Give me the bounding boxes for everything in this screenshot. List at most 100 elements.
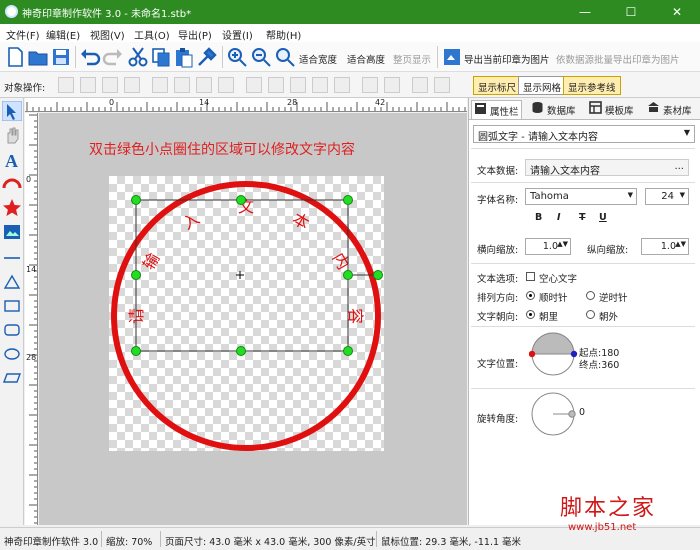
open-folder-icon[interactable] bbox=[27, 46, 49, 68]
hscale-spinner[interactable]: 1.0 ▲▼ bbox=[525, 238, 571, 255]
stamp-circle[interactable] bbox=[111, 181, 381, 451]
close-button[interactable]: ✕ bbox=[654, 0, 700, 24]
save-icon[interactable] bbox=[50, 46, 72, 68]
hollow-text-checkbox[interactable] bbox=[526, 272, 535, 281]
line-icon[interactable] bbox=[2, 248, 22, 268]
fit-width-button[interactable]: 适合宽度 bbox=[299, 52, 337, 66]
show-ruler-toggle[interactable]: 显示标尺 bbox=[473, 76, 522, 95]
resize-handle-tr[interactable] bbox=[343, 195, 353, 205]
tab-assets-label: 素材库 bbox=[663, 106, 692, 117]
object-type-select[interactable]: 圆弧文字 - 请输入文本内容 ▼ bbox=[473, 125, 695, 143]
site-watermark-url: www.jb51.net bbox=[568, 522, 637, 533]
menu-view[interactable]: 视图(V) bbox=[90, 27, 125, 42]
star-icon[interactable] bbox=[2, 198, 22, 218]
send-back-icon[interactable] bbox=[384, 77, 400, 93]
ellipse-icon[interactable] bbox=[2, 344, 22, 364]
center-h-icon[interactable] bbox=[312, 77, 328, 93]
menu-file[interactable]: 文件(F) bbox=[6, 27, 40, 42]
zoom-fit-icon[interactable] bbox=[274, 46, 296, 68]
align-left-icon[interactable] bbox=[58, 77, 74, 93]
menu-tools[interactable]: 工具(O) bbox=[134, 27, 170, 42]
rounded-rect-icon[interactable] bbox=[2, 320, 22, 340]
full-page-button[interactable]: 整页显示 bbox=[393, 52, 431, 66]
zoom-out-icon[interactable] bbox=[250, 46, 272, 68]
tab-properties[interactable]: 属性栏 bbox=[471, 100, 522, 119]
text-position-dial[interactable] bbox=[529, 330, 581, 382]
arc-text-icon[interactable] bbox=[2, 174, 22, 194]
resize-handle-bl[interactable] bbox=[131, 346, 141, 356]
show-guides-toggle[interactable]: 显示参考线 bbox=[563, 76, 621, 95]
copy-icon[interactable] bbox=[150, 46, 172, 68]
menu-edit[interactable]: 编辑(E) bbox=[46, 27, 80, 42]
text-data-edit-button[interactable]: ... bbox=[674, 161, 684, 172]
group-icon[interactable] bbox=[412, 77, 428, 93]
fit-height-button[interactable]: 适合高度 bbox=[347, 52, 385, 66]
property-panel: 属性栏 数据库 模板库 素材库 圆弧文字 - 请输入文本内容 ▼ 文本数据: 请… bbox=[468, 98, 700, 525]
align-bottom-icon[interactable] bbox=[174, 77, 190, 93]
minimize-button[interactable]: — bbox=[562, 0, 608, 24]
resize-handle-tl[interactable] bbox=[131, 195, 141, 205]
undo-icon[interactable] bbox=[79, 46, 101, 68]
menu-export[interactable]: 导出(P) bbox=[178, 27, 212, 42]
align-right-icon[interactable] bbox=[102, 77, 118, 93]
tab-assets[interactable]: 素材库 bbox=[645, 100, 694, 119]
align-top-icon[interactable] bbox=[124, 77, 140, 93]
image-icon[interactable] bbox=[2, 222, 22, 242]
text-data-field[interactable]: 请输入文本内容 ... bbox=[525, 159, 689, 177]
bold-button[interactable]: B bbox=[535, 212, 542, 223]
bring-front-icon[interactable] bbox=[362, 77, 378, 93]
center-v-icon[interactable] bbox=[334, 77, 350, 93]
underline-button[interactable]: U bbox=[599, 212, 607, 223]
align-middle-icon[interactable] bbox=[152, 77, 168, 93]
resize-handle-t[interactable] bbox=[236, 195, 246, 205]
rotation-handle[interactable] bbox=[568, 410, 576, 418]
resize-handle-br[interactable] bbox=[343, 346, 353, 356]
counterclockwise-radio[interactable] bbox=[586, 291, 595, 300]
menu-help[interactable]: 帮助(H) bbox=[266, 27, 301, 42]
export-image-icon[interactable] bbox=[441, 46, 463, 68]
maximize-button[interactable]: ☐ bbox=[608, 0, 654, 24]
distribute-h-icon[interactable] bbox=[196, 77, 212, 93]
export-current-button[interactable]: 导出当前印章为图片 bbox=[464, 52, 550, 66]
zoom-in-icon[interactable] bbox=[226, 46, 248, 68]
same-width-icon[interactable] bbox=[246, 77, 262, 93]
distribute-v-icon[interactable] bbox=[218, 77, 234, 93]
resize-handle-l[interactable] bbox=[131, 270, 141, 280]
redo-icon[interactable] bbox=[102, 46, 124, 68]
rectangle-icon[interactable] bbox=[2, 296, 22, 316]
tab-templates[interactable]: 模板库 bbox=[587, 100, 636, 119]
tool-icon[interactable] bbox=[196, 46, 218, 68]
clockwise-radio[interactable] bbox=[526, 291, 535, 300]
paste-icon[interactable] bbox=[173, 46, 195, 68]
align-center-icon[interactable] bbox=[80, 77, 96, 93]
font-size-select[interactable]: 24 ▼ bbox=[645, 188, 689, 205]
text-tool-icon[interactable]: A bbox=[2, 150, 22, 170]
menu-settings[interactable]: 设置(I) bbox=[222, 27, 253, 42]
hand-icon[interactable] bbox=[2, 125, 22, 145]
resize-handle-b[interactable] bbox=[236, 346, 246, 356]
resize-handle-r[interactable] bbox=[343, 270, 353, 280]
end-point-handle[interactable] bbox=[570, 350, 578, 358]
select-arrow-icon[interactable] bbox=[2, 101, 22, 121]
vscale-spinner[interactable]: 1.0 ▲▼ bbox=[641, 238, 689, 255]
rotation-dial[interactable] bbox=[529, 390, 581, 442]
show-grid-toggle[interactable]: 显示网格 bbox=[518, 76, 567, 95]
ungroup-icon[interactable] bbox=[434, 77, 450, 93]
triangle-icon[interactable] bbox=[2, 272, 22, 292]
cut-icon[interactable] bbox=[127, 46, 149, 68]
font-name-select[interactable]: Tahoma ▼ bbox=[525, 188, 637, 205]
design-canvas[interactable]: 双击绿色小点圈住的区域可以修改文字内容 请输入文本内容 bbox=[39, 113, 467, 525]
tab-database[interactable]: 数据库 bbox=[529, 100, 578, 119]
parallelogram-icon[interactable] bbox=[2, 368, 22, 388]
batch-export-button[interactable]: 依数据源批量导出印章为图片 bbox=[556, 52, 680, 66]
new-file-icon[interactable] bbox=[4, 46, 26, 68]
same-height-icon[interactable] bbox=[268, 77, 284, 93]
stamp-drawing[interactable]: 请输入文本内容 bbox=[39, 113, 467, 525]
outward-radio[interactable] bbox=[586, 310, 595, 319]
strikethrough-button[interactable]: T bbox=[579, 212, 585, 223]
start-point-handle[interactable] bbox=[529, 350, 536, 358]
inward-radio[interactable] bbox=[526, 310, 535, 319]
rotate-handle[interactable] bbox=[373, 270, 383, 280]
italic-button[interactable]: I bbox=[557, 212, 561, 223]
same-size-icon[interactable] bbox=[290, 77, 306, 93]
